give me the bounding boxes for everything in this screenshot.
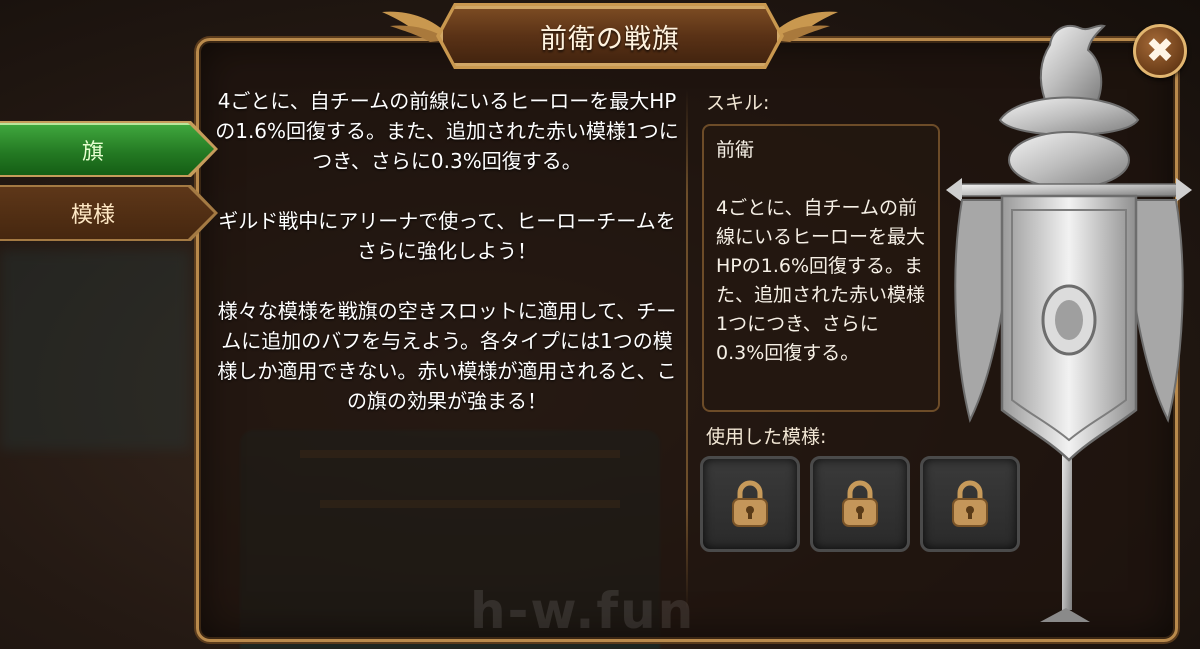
pattern-slot[interactable]: [810, 456, 910, 552]
padlock-icon: [842, 480, 878, 527]
description-paragraph: 様々な模様を戦旗の空きスロットに適用して、チームに追加のバフを与えよう。各タイプ…: [217, 299, 677, 413]
padlock-icon: [732, 480, 768, 527]
pattern-slot[interactable]: [700, 456, 800, 552]
description-paragraph: 4ごとに、自チームの前線にいるヒーローを最大HPの1.6%回復する。また、追加さ…: [215, 89, 679, 173]
title-banner: 前衛の戦旗: [382, 3, 838, 70]
tab-pattern-label: 模様: [70, 203, 115, 228]
skill-box: 前衛 4ごとに、自チームの前線にいるヒーローを最大HPの1.6%回復する。また、…: [702, 124, 940, 412]
tab-flag[interactable]: 旗: [0, 123, 214, 175]
background-blur: [0, 250, 190, 450]
tab-pattern[interactable]: 模様: [0, 187, 214, 239]
page-title: 前衛の戦旗: [540, 23, 680, 55]
skill-label: スキル:: [706, 92, 770, 114]
used-patterns-label: 使用した模様:: [706, 426, 827, 448]
tab-flag-label: 旗: [81, 140, 104, 165]
watermark: h-w.fun: [470, 582, 696, 640]
description-paragraph: ギルド戦中にアリーナで使って、ヒーローチームをさらに強化しよう！: [218, 209, 676, 263]
war-banner-image: [946, 24, 1192, 622]
skill-text: 4ごとに、自チームの前線にいるヒーローを最大HPの1.6%回復する。また、追加さ…: [716, 197, 926, 364]
column-divider: [686, 90, 688, 610]
description: 4ごとに、自チームの前線にいるヒーローを最大HPの1.6%回復する。また、追加さ…: [212, 86, 682, 446]
skill-name: 前衛: [716, 139, 755, 161]
